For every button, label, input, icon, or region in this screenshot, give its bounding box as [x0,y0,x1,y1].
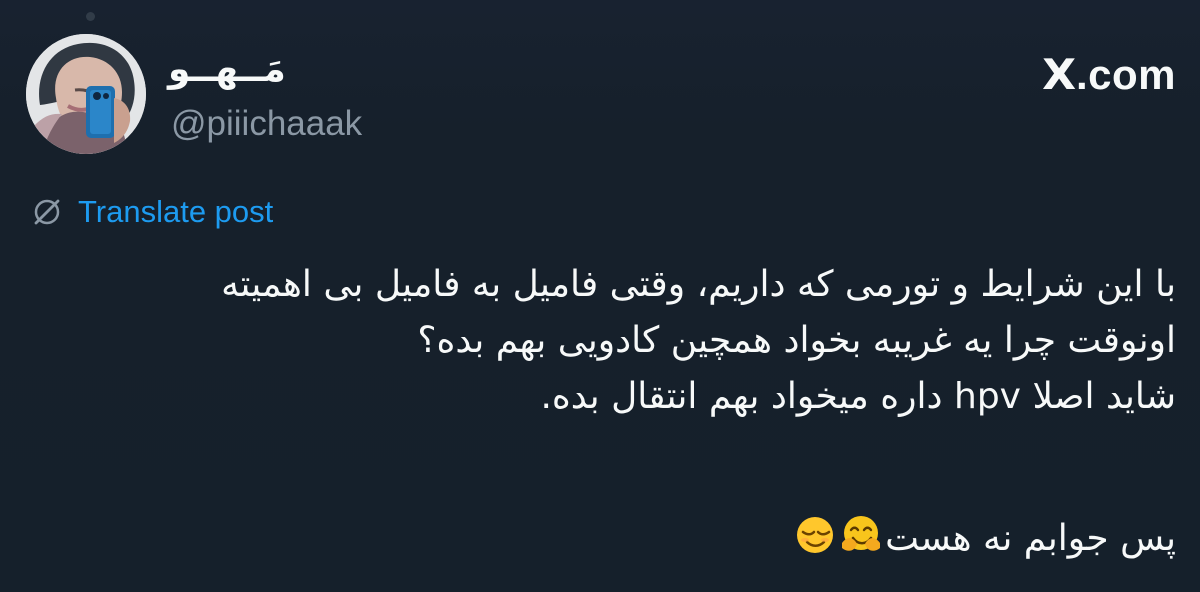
tweet-header: مَــهــو @piiichaaak X.com [26,34,1176,164]
translate-post-label: Translate post [78,194,274,229]
post-text: با این شرایط و تورمی که داریم، وقتی فامی… [56,257,1176,567]
top-dot [86,12,95,21]
relieved-face-emoji-icon [793,513,837,557]
avatar[interactable] [26,34,146,154]
x-com-brand: X.com [1001,49,1176,101]
avatar-image [26,34,146,154]
post-line: شاید اصلا hpv داره میخواد بهم انتقال بده… [540,376,1176,417]
post-line: اونوقت چرا یه غریبه بخواد همچین کادویی ب… [417,320,1176,361]
post-line: با این شرایط و تورمی که داریم، وقتی فامی… [221,264,1176,305]
translate-post-link[interactable]: Translate post [30,190,360,234]
post-line: پس جوابم نه هست [885,518,1176,559]
hugging-face-emoji-icon [839,513,883,557]
post-last-line: پس جوابم نه هست [56,511,1176,567]
display-name[interactable]: مَــهــو [168,48,428,92]
user-handle[interactable]: @piiichaaak [171,102,491,146]
globe-off-icon [30,195,64,229]
brand-suffix: .com [1075,51,1176,98]
x-logo-icon: X [1042,50,1077,99]
tweet-screenshot: مَــهــو @piiichaaak X.com Translate pos… [0,0,1200,592]
